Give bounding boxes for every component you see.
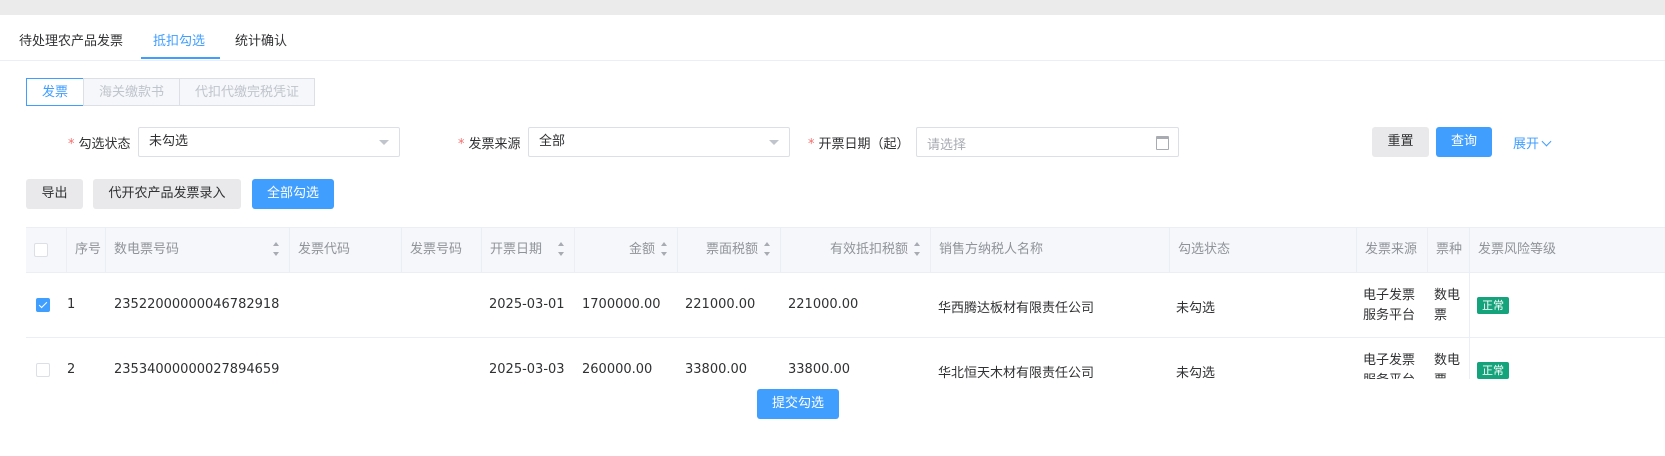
row-invoice-source: 电子发票服务平台 <box>1363 353 1416 379</box>
select-all-checkbox[interactable] <box>34 243 48 257</box>
row-checkbox[interactable] <box>36 298 50 312</box>
sort-icon[interactable] <box>764 242 772 258</box>
row-check-status: 未勾选 <box>1176 366 1216 379</box>
agent-agri-invoice-entry-button[interactable]: 代开农产品发票录入 <box>93 179 241 209</box>
row-tax: 33800.00 <box>685 362 748 377</box>
check-status-label: * 勾选状态 <box>68 137 131 152</box>
col-check-status: 勾选状态 <box>1170 228 1357 272</box>
chevron-down-icon <box>1541 136 1552 147</box>
row-check-status: 未勾选 <box>1176 301 1216 316</box>
tab-pending-agri-invoices[interactable]: 待处理农产品发票 <box>19 30 123 49</box>
col-deductible-tax[interactable]: 有效抵扣税额 <box>781 228 931 272</box>
row-invoice-source: 电子发票服务平台 <box>1363 288 1416 323</box>
issue-date-start-input[interactable]: 请选择 <box>916 127 1179 157</box>
col-invoice-type: 票种 <box>1428 228 1470 272</box>
col-seller-name: 销售方纳税人名称 <box>931 228 1170 272</box>
invoice-source-select[interactable]: 全部 <box>528 127 790 157</box>
col-risk-level: 发票风险等级 <box>1478 242 1557 257</box>
row-invoice-type: 数电票（发票） <box>1434 353 1461 379</box>
invoice-source-label: * 发票来源 <box>458 137 521 152</box>
expand-toggle[interactable]: 展开 <box>1513 133 1552 152</box>
query-button[interactable]: 查询 <box>1436 127 1492 157</box>
reset-button[interactable]: 重置 <box>1372 127 1429 157</box>
row-e-invoice-no: 23522000000046782918 <box>114 297 280 312</box>
select-all-button[interactable]: 全部勾选 <box>252 179 334 209</box>
col-issue-date[interactable]: 开票日期 <box>482 228 575 272</box>
row-seq: 1 <box>67 297 76 312</box>
doc-type-withholding-button[interactable]: 代扣代缴完税凭证 <box>179 78 315 106</box>
table-header: 序号 数电票号码 发票代码 发票号码 开票日期 金额 票面税额 有效抵扣税额 销… <box>26 227 1665 273</box>
risk-status-badge: 正常 <box>1477 297 1509 314</box>
invoice-source-value: 全部 <box>539 134 566 149</box>
row-deductible-tax: 221000.00 <box>788 297 859 312</box>
expand-label: 展开 <box>1513 137 1540 152</box>
issue-date-placeholder: 请选择 <box>927 138 967 153</box>
sort-icon[interactable] <box>558 242 566 258</box>
chevron-down-icon <box>379 140 389 145</box>
chevron-down-icon <box>769 140 779 145</box>
calendar-icon <box>1156 136 1169 150</box>
row-seq: 2 <box>67 362 76 377</box>
col-invoice-number: 发票号码 <box>402 228 482 272</box>
row-issue-date: 2025-03-03 <box>489 362 565 377</box>
row-amount: 260000.00 <box>582 362 653 377</box>
row-seller-name: 华西腾达板材有限责任公司 <box>938 301 1095 316</box>
invoice-table: 序号 数电票号码 发票代码 发票号码 开票日期 金额 票面税额 有效抵扣税额 销… <box>26 227 1665 379</box>
header-select-cell <box>26 228 67 272</box>
sort-icon[interactable] <box>661 242 669 258</box>
sort-icon[interactable] <box>273 242 281 258</box>
doc-type-invoice-button[interactable]: 发票 <box>26 78 84 106</box>
submit-selection-button[interactable]: 提交勾选 <box>757 389 839 419</box>
table-row[interactable]: 2 23534000000027894659 2025-03-03 260000… <box>26 338 1665 379</box>
table-row[interactable]: 1 23522000000046782918 2025-03-01 170000… <box>26 273 1665 338</box>
row-invoice-type: 数电票（发票） <box>1434 288 1461 323</box>
col-e-invoice-no[interactable]: 数电票号码 <box>106 228 290 272</box>
tab-bar: 待处理农产品发票 抵扣勾选 统计确认 <box>0 15 1665 61</box>
col-seq: 序号 <box>67 228 106 272</box>
row-e-invoice-no: 23534000000027894659 <box>114 362 280 377</box>
col-tax[interactable]: 票面税额 <box>678 228 781 272</box>
row-issue-date: 2025-03-01 <box>489 297 565 312</box>
export-button[interactable]: 导出 <box>26 179 83 209</box>
check-status-value: 未勾选 <box>149 134 189 149</box>
row-tax: 221000.00 <box>685 297 756 312</box>
issue-date-label: * 开票日期（起） <box>808 137 910 152</box>
col-amount[interactable]: 金额 <box>575 228 678 272</box>
risk-status-badge: 正常 <box>1477 362 1509 379</box>
row-amount: 1700000.00 <box>582 297 661 312</box>
row-seller-name: 华北恒天木材有限责任公司 <box>938 366 1095 379</box>
col-invoice-code: 发票代码 <box>290 228 402 272</box>
top-strip <box>0 0 1665 15</box>
sort-icon[interactable] <box>914 242 922 258</box>
active-tab-indicator <box>141 57 220 59</box>
row-checkbox[interactable] <box>36 363 50 377</box>
row-deductible-tax: 33800.00 <box>788 362 851 377</box>
check-status-select[interactable]: 未勾选 <box>138 127 400 157</box>
col-invoice-source: 发票来源 <box>1357 228 1428 272</box>
doc-type-customs-button[interactable]: 海关缴款书 <box>83 78 180 106</box>
tab-statistics-confirm[interactable]: 统计确认 <box>235 30 287 49</box>
tab-deduction-check[interactable]: 抵扣勾选 <box>153 30 205 49</box>
